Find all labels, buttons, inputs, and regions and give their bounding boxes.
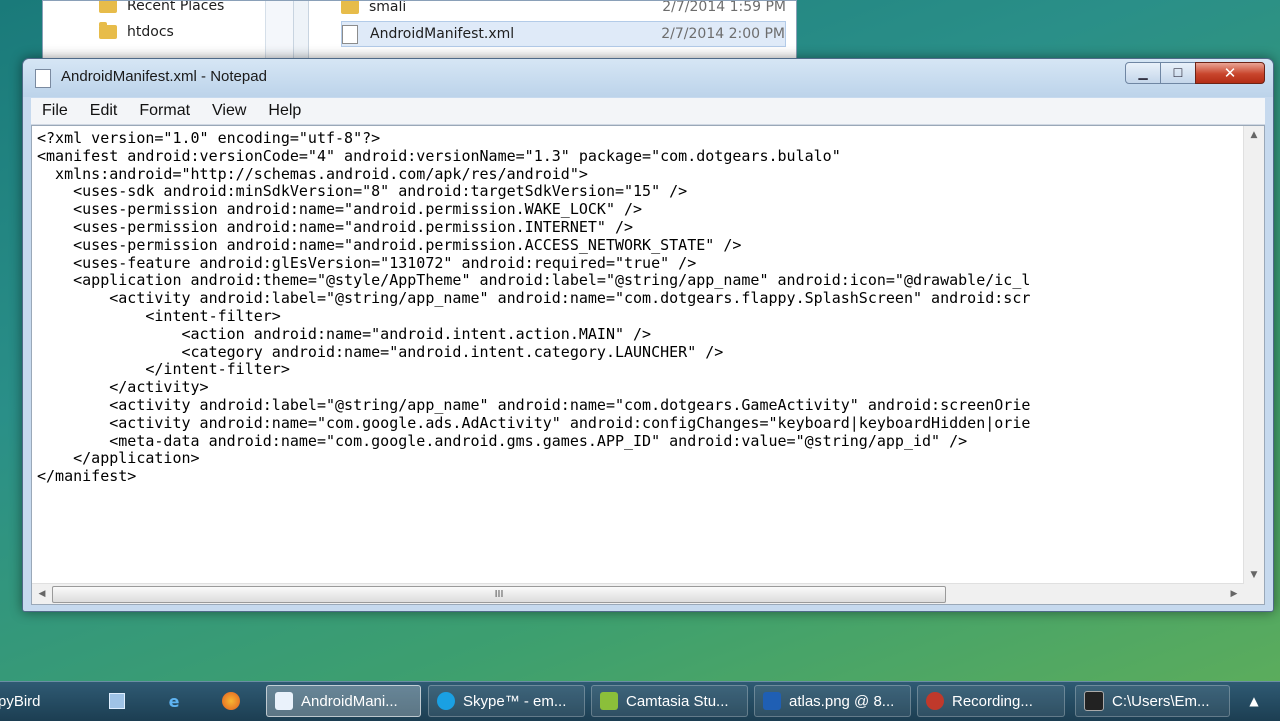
editor-content[interactable]: <?xml version="1.0" encoding="utf-8"?> <… (37, 130, 1240, 580)
taskbar-item-label: Camtasia Stu... (626, 692, 729, 710)
menu-bar: File Edit Format View Help (31, 98, 1265, 125)
maximize-button[interactable]: ☐ (1160, 62, 1196, 84)
menu-format[interactable]: Format (128, 102, 201, 120)
title-bar[interactable]: AndroidManifest.xml - Notepad ▁ ☐ ✕ (23, 59, 1273, 97)
document-icon (342, 24, 358, 44)
internet-explorer-icon[interactable]: e (163, 690, 185, 712)
scroll-grip: III (494, 589, 504, 600)
taskbar-item-skype[interactable]: Skype™ - em... (428, 685, 585, 717)
file-row-androidmanifest[interactable]: AndroidManifest.xml 2/7/2014 2:00 PM (341, 21, 786, 47)
nav-item-recent-places[interactable]: Recent Places (99, 0, 225, 17)
taskbar-item-label: Skype™ - em... (463, 692, 567, 710)
nav-item-label: Recent Places (127, 0, 225, 14)
show-desktop-icon[interactable] (106, 690, 128, 712)
scroll-down-arrow-icon[interactable]: ▼ (1244, 566, 1264, 584)
skype-icon (437, 692, 455, 710)
notepad-window: AndroidManifest.xml - Notepad ▁ ☐ ✕ File… (22, 58, 1274, 612)
scroll-right-arrow-icon[interactable]: ▶ (1224, 585, 1244, 603)
maximize-icon: ☐ (1172, 66, 1184, 80)
folder-icon (99, 1, 117, 13)
file-date: 2/7/2014 2:00 PM (661, 26, 785, 42)
window-title: AndroidManifest.xml - Notepad (61, 68, 267, 85)
show-hidden-icons-icon[interactable]: ▲ (1243, 690, 1265, 712)
text-editor[interactable]: <?xml version="1.0" encoding="utf-8"?> <… (31, 125, 1265, 605)
folder-icon (341, 1, 359, 14)
taskbar-item-camtasia[interactable]: Camtasia Stu... (591, 685, 748, 717)
file-row-smali[interactable]: smali 2/7/2014 1:59 PM (341, 0, 786, 19)
taskbar-item-recording[interactable]: Recording... (917, 685, 1065, 717)
menu-help[interactable]: Help (257, 102, 312, 120)
file-date: 2/7/2014 1:59 PM (662, 0, 786, 15)
taskbar-item-pybird[interactable]: pyBird (0, 685, 80, 717)
notepad-icon (35, 69, 51, 88)
command-prompt-icon (1084, 691, 1104, 711)
taskbar-item-label: Recording... (952, 692, 1033, 710)
menu-edit[interactable]: Edit (79, 102, 129, 120)
taskbar-item-command-prompt[interactable]: C:\Users\Em... (1075, 685, 1230, 717)
scrollbar-corner (1244, 584, 1264, 604)
scroll-up-arrow-icon[interactable]: ▲ (1244, 126, 1264, 144)
taskbar-item-photoshop[interactable]: atlas.png @ 8... (754, 685, 911, 717)
taskbar-item-notepad[interactable]: AndroidMani... (266, 685, 421, 717)
scroll-left-arrow-icon[interactable]: ◀ (32, 585, 52, 603)
firefox-icon[interactable] (220, 690, 242, 712)
menu-file[interactable]: File (31, 102, 79, 120)
camtasia-icon (600, 692, 618, 710)
menu-view[interactable]: View (201, 102, 257, 120)
taskbar-item-label: C:\Users\Em... (1112, 692, 1210, 710)
horizontal-scrollbar[interactable]: ◀ III ▶ (32, 583, 1244, 604)
taskbar-item-label: atlas.png @ 8... (789, 692, 895, 710)
recording-icon (926, 692, 944, 710)
taskbar-item-label: pyBird (0, 692, 41, 710)
file-name: smali (369, 0, 407, 15)
notepad-icon (275, 692, 293, 710)
close-icon: ✕ (1223, 64, 1237, 82)
nav-item-htdocs[interactable]: htdocs (99, 21, 174, 43)
photoshop-icon (763, 692, 781, 710)
minimize-button[interactable]: ▁ (1125, 62, 1161, 84)
minimize-icon: ▁ (1138, 66, 1148, 80)
taskbar: pyBird e AndroidMani... Skype™ - em... C… (0, 681, 1280, 721)
vertical-scrollbar[interactable]: ▲ ▼ (1243, 126, 1264, 584)
close-button[interactable]: ✕ (1195, 62, 1265, 84)
nav-item-label: htdocs (127, 24, 174, 40)
folder-icon (99, 22, 117, 39)
file-name: AndroidManifest.xml (370, 26, 515, 42)
taskbar-item-label: AndroidMani... (301, 692, 398, 710)
horizontal-scroll-thumb[interactable]: III (52, 586, 946, 603)
